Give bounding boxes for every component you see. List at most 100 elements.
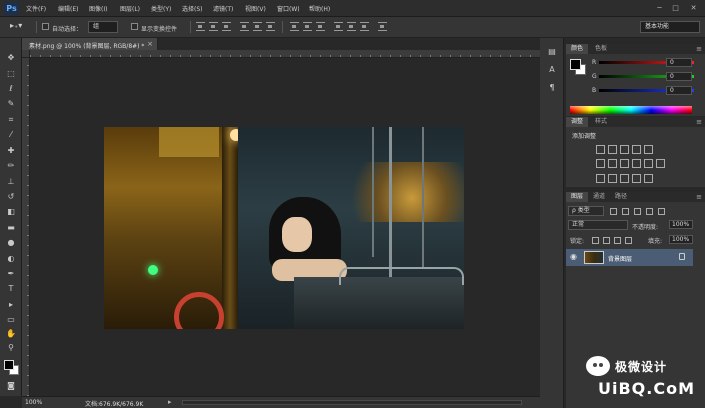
horizontal-ruler[interactable]: [30, 50, 540, 58]
path-select-tool-icon[interactable]: ▸: [4, 299, 18, 311]
color-balance-icon[interactable]: [608, 159, 617, 168]
horizontal-scrollbar[interactable]: [182, 400, 522, 405]
document-tab[interactable]: 素材.png @ 100% (背景图层, RGB/8#) * ×: [22, 38, 158, 50]
tab-paths[interactable]: 路径: [610, 192, 632, 202]
history-brush-tool-icon[interactable]: ↺: [4, 191, 18, 203]
menu-file[interactable]: 文件(F): [26, 4, 46, 13]
photo-filter-icon[interactable]: [632, 159, 641, 168]
pen-tool-icon[interactable]: ✒: [4, 268, 18, 280]
quick-mask-icon[interactable]: ◙: [4, 380, 18, 392]
color-panel-foreground-swatch[interactable]: [570, 59, 581, 70]
type-tool-icon[interactable]: T: [4, 283, 18, 295]
channel-r-value[interactable]: 0: [666, 58, 692, 67]
tab-color[interactable]: 颜色: [566, 44, 589, 54]
paragraph-panel-icon[interactable]: ¶: [546, 82, 558, 94]
lock-all-icon[interactable]: [625, 237, 632, 244]
dodge-tool-icon[interactable]: ◐: [4, 253, 18, 265]
distribute-hcenter-icon[interactable]: [347, 22, 356, 31]
channel-g-value[interactable]: 0: [666, 72, 692, 81]
tab-styles[interactable]: 样式: [590, 117, 612, 127]
auto-select-dropdown[interactable]: 组: [88, 21, 118, 33]
threshold-icon[interactable]: [620, 174, 629, 183]
filter-type-icon[interactable]: [634, 208, 641, 215]
workspace-dropdown[interactable]: 基本功能: [640, 21, 700, 33]
distribute-right-icon[interactable]: [360, 22, 369, 31]
lasso-tool-icon[interactable]: ℓ: [4, 83, 18, 95]
maximize-button[interactable]: □: [670, 3, 681, 13]
menu-filter[interactable]: 滤镜(T): [213, 4, 233, 13]
distribute-top-icon[interactable]: [290, 22, 299, 31]
menu-help[interactable]: 帮助(H): [309, 4, 330, 13]
auto-align-icon[interactable]: [378, 22, 387, 31]
blur-tool-icon[interactable]: ●: [4, 237, 18, 249]
align-left-icon[interactable]: [240, 22, 249, 31]
panel-menu-icon[interactable]: ≡: [696, 117, 702, 127]
history-panel-icon[interactable]: ▤: [546, 46, 558, 58]
selective-color-icon[interactable]: [644, 174, 653, 183]
vertical-ruler[interactable]: [22, 58, 30, 396]
zoom-tool-icon[interactable]: ⚲: [4, 342, 18, 354]
channel-b-value[interactable]: 0: [666, 86, 692, 95]
character-panel-icon[interactable]: A: [546, 64, 558, 76]
marquee-tool-icon[interactable]: ⬚: [4, 68, 18, 80]
tab-channels[interactable]: 通道: [588, 192, 610, 202]
tab-layers[interactable]: 图层: [566, 192, 589, 202]
lock-transparent-icon[interactable]: [592, 237, 599, 244]
shape-tool-icon[interactable]: ▭: [4, 314, 18, 326]
move-tool-preset-icon[interactable]: ▸₊▾: [10, 21, 22, 30]
menu-window[interactable]: 窗口(W): [277, 4, 300, 13]
blend-mode-dropdown[interactable]: 正常: [568, 220, 628, 230]
visibility-eye-icon[interactable]: ◉: [570, 252, 577, 261]
close-button[interactable]: ✕: [688, 3, 699, 13]
opacity-field[interactable]: 100%: [669, 220, 693, 229]
brightness-contrast-icon[interactable]: [596, 145, 605, 154]
move-tool-icon[interactable]: ✥: [4, 52, 18, 64]
channel-mixer-icon[interactable]: [644, 159, 653, 168]
hand-tool-icon[interactable]: ✋: [4, 328, 18, 340]
filter-shape-icon[interactable]: [646, 208, 653, 215]
eyedropper-tool-icon[interactable]: ⁄: [4, 129, 18, 141]
minimize-button[interactable]: ─: [654, 3, 665, 13]
panel-menu-icon[interactable]: ≡: [696, 44, 702, 54]
crop-tool-icon[interactable]: ⌗: [4, 114, 18, 126]
eraser-tool-icon[interactable]: ◧: [4, 206, 18, 218]
levels-icon[interactable]: [608, 145, 617, 154]
lock-image-icon[interactable]: [603, 237, 610, 244]
hue-saturation-icon[interactable]: [596, 159, 605, 168]
auto-select-checkbox[interactable]: [42, 23, 49, 30]
show-transform-checkbox[interactable]: [131, 23, 138, 30]
menu-view[interactable]: 视图(V): [245, 4, 266, 13]
invert-icon[interactable]: [596, 174, 605, 183]
status-menu-arrow-icon[interactable]: ▸: [168, 398, 172, 406]
gradient-map-icon[interactable]: [632, 174, 641, 183]
distribute-bottom-icon[interactable]: [316, 22, 325, 31]
align-hcenter-icon[interactable]: [253, 22, 262, 31]
stamp-tool-icon[interactable]: ⊥: [4, 176, 18, 188]
layer-name[interactable]: 背景图层: [608, 254, 632, 263]
vibrance-icon[interactable]: [644, 145, 653, 154]
healing-tool-icon[interactable]: ✚: [4, 145, 18, 157]
filter-adjustment-icon[interactable]: [622, 208, 629, 215]
align-top-icon[interactable]: [196, 22, 205, 31]
tab-swatches[interactable]: 色板: [590, 44, 612, 54]
panel-menu-icon[interactable]: ≡: [696, 192, 702, 202]
layer-row[interactable]: ◉ 背景图层: [566, 249, 693, 266]
close-document-icon[interactable]: ×: [147, 40, 153, 48]
distribute-left-icon[interactable]: [334, 22, 343, 31]
tab-adjustments[interactable]: 调整: [566, 117, 589, 127]
filter-pixel-icon[interactable]: [610, 208, 617, 215]
align-vcenter-icon[interactable]: [209, 22, 218, 31]
color-lookup-icon[interactable]: [656, 159, 665, 168]
brush-tool-icon[interactable]: ✏: [4, 160, 18, 172]
filter-smart-object-icon[interactable]: [658, 208, 665, 215]
fill-field[interactable]: 100%: [669, 235, 693, 244]
lock-position-icon[interactable]: [614, 237, 621, 244]
quick-select-tool-icon[interactable]: ✎: [4, 98, 18, 110]
zoom-level[interactable]: 100%: [25, 399, 42, 406]
menu-edit[interactable]: 编辑(E): [58, 4, 78, 13]
black-white-icon[interactable]: [620, 159, 629, 168]
align-bottom-icon[interactable]: [222, 22, 231, 31]
gradient-tool-icon[interactable]: ▬: [4, 222, 18, 234]
layer-filter-dropdown[interactable]: ρ 类型: [568, 206, 604, 216]
canvas-image[interactable]: [104, 127, 464, 329]
